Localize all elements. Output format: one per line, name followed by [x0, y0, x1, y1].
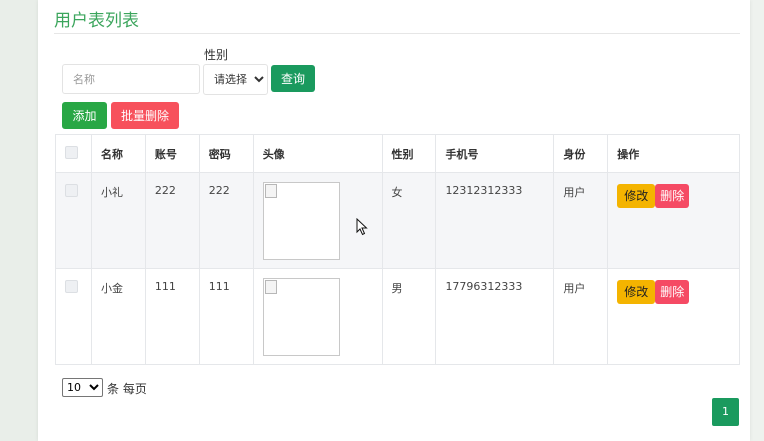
delete-button[interactable]: 删除 [655, 184, 690, 208]
cell-password: 111 [198, 268, 254, 365]
header-gender: 性别 [381, 134, 437, 173]
cell-gender: 男 [381, 268, 437, 365]
cell-gender: 女 [381, 172, 437, 269]
cell-account: 222 [144, 172, 200, 269]
per-page-label: 条 每页 [107, 382, 147, 396]
gender-select[interactable]: 请选择 [203, 64, 268, 95]
edit-button[interactable]: 修改 [617, 184, 656, 208]
table-header-row: 名称 账号 密码 头像 性别 手机号 身份 操作 [55, 134, 740, 173]
table-row: 小金 111 111 男 17796312333 用户 修改 删除 [55, 268, 740, 365]
header-avatar: 头像 [252, 134, 383, 173]
edit-button[interactable]: 修改 [617, 280, 656, 304]
header-account: 账号 [144, 134, 200, 173]
query-button[interactable]: 查询 [271, 65, 315, 92]
broken-image-icon [264, 184, 277, 198]
page-size-select[interactable]: 10 [62, 378, 103, 397]
cell-name: 小金 [90, 268, 146, 365]
batch-delete-button[interactable]: 批量删除 [111, 102, 179, 129]
cell-avatar [252, 268, 383, 365]
cell-role: 用户 [553, 172, 609, 269]
header-phone: 手机号 [435, 134, 555, 173]
row-select-cell[interactable] [55, 268, 92, 365]
cell-actions: 修改 删除 [607, 172, 740, 269]
table-row: 小礼 222 222 女 12312312333 用户 修改 删除 [55, 172, 740, 269]
header-role: 身份 [553, 134, 609, 173]
users-table: 名称 账号 密码 头像 性别 手机号 身份 操作 小礼 222 222 女 12… [55, 134, 740, 365]
broken-image-icon [264, 280, 277, 294]
cell-account: 111 [144, 268, 200, 365]
cell-name: 小礼 [90, 172, 146, 269]
cell-phone: 12312312333 [435, 172, 555, 269]
delete-button[interactable]: 删除 [655, 280, 690, 304]
row-select-cell[interactable] [55, 172, 92, 269]
gender-label: 性别 [204, 48, 229, 62]
name-search-input[interactable] [62, 64, 200, 94]
row-checkbox[interactable] [65, 184, 78, 197]
page-title: 用户表列表 [54, 11, 139, 31]
cell-actions: 修改 删除 [607, 268, 740, 365]
left-background-strip [0, 0, 38, 441]
mouse-cursor-icon [356, 218, 368, 236]
avatar-image [262, 182, 340, 260]
cell-phone: 17796312333 [435, 268, 555, 365]
select-all-checkbox[interactable] [65, 145, 78, 159]
cell-role: 用户 [553, 268, 609, 365]
add-button[interactable]: 添加 [62, 102, 107, 129]
header-actions: 操作 [607, 134, 740, 173]
title-divider [54, 33, 740, 34]
header-password: 密码 [198, 134, 254, 173]
header-name: 名称 [90, 134, 146, 173]
cell-password: 222 [198, 172, 254, 269]
page-button-current[interactable]: 1 [712, 398, 739, 426]
main-panel: 用户表列表 性别 请选择 查询 添加 批量删除 名称 账号 密码 头像 性别 手… [38, 0, 750, 441]
row-checkbox[interactable] [65, 280, 78, 293]
avatar-image [262, 278, 340, 356]
select-all-cell[interactable] [55, 134, 92, 173]
